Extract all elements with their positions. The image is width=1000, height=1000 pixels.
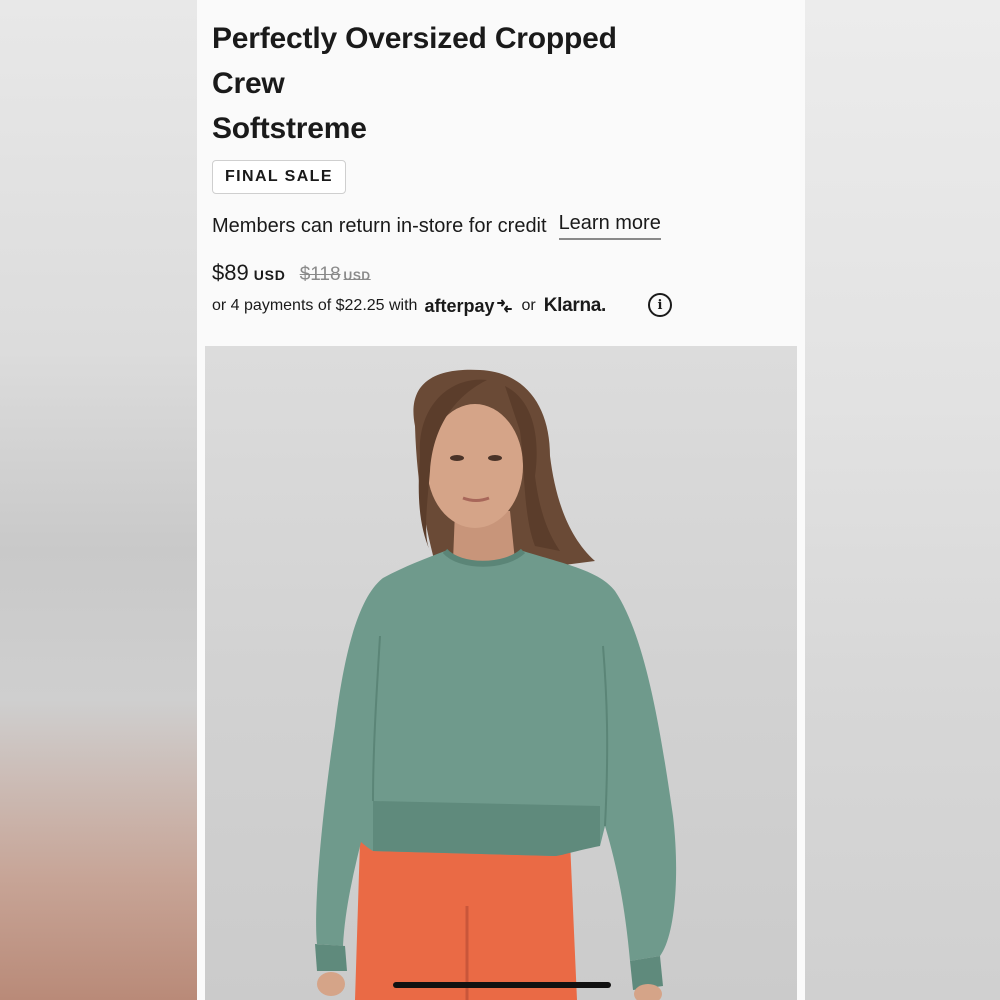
price-row: $89 USD $118 USD [212, 260, 371, 286]
product-title-line: Perfectly Oversized Cropped [212, 22, 617, 55]
original-price-currency: USD [343, 269, 371, 283]
or-text: or [521, 297, 536, 314]
klarna-link[interactable]: Klarna. [544, 295, 607, 317]
home-indicator[interactable] [393, 982, 611, 988]
sale-price: $89 [212, 260, 249, 285]
learn-more-link[interactable]: Learn more [558, 212, 661, 240]
final-sale-badge: FINAL SALE [212, 160, 346, 194]
product-title-line: Crew [212, 67, 285, 100]
returns-text: Members can return in-store for credit [212, 214, 547, 237]
product-title: Perfectly Oversized Cropped Crew Softstr… [212, 16, 682, 151]
afterpay-arrows-icon [497, 299, 513, 313]
original-price: $118 USD [300, 264, 371, 286]
installment-payments: or 4 payments of $22.25 with afterpay or… [212, 293, 606, 319]
info-icon[interactable]: i [648, 293, 672, 317]
product-photo[interactable] [205, 346, 797, 1000]
returns-note: Members can return in-store for credit L… [212, 212, 661, 240]
product-title-line: Softstreme [212, 112, 367, 145]
afterpay-link[interactable]: afterpay [424, 296, 513, 317]
payments-text: or 4 payments of $22.25 with [212, 297, 418, 314]
background-blur-left [0, 0, 197, 1000]
original-price-value: $118 [299, 264, 341, 285]
background-blur-right [805, 0, 1000, 1000]
model-illustration [315, 369, 677, 1000]
sale-price-currency: USD [253, 267, 286, 283]
product-page: Perfectly Oversized Cropped Crew Softstr… [197, 0, 805, 1000]
afterpay-logo-text: afterpay [424, 295, 495, 316]
